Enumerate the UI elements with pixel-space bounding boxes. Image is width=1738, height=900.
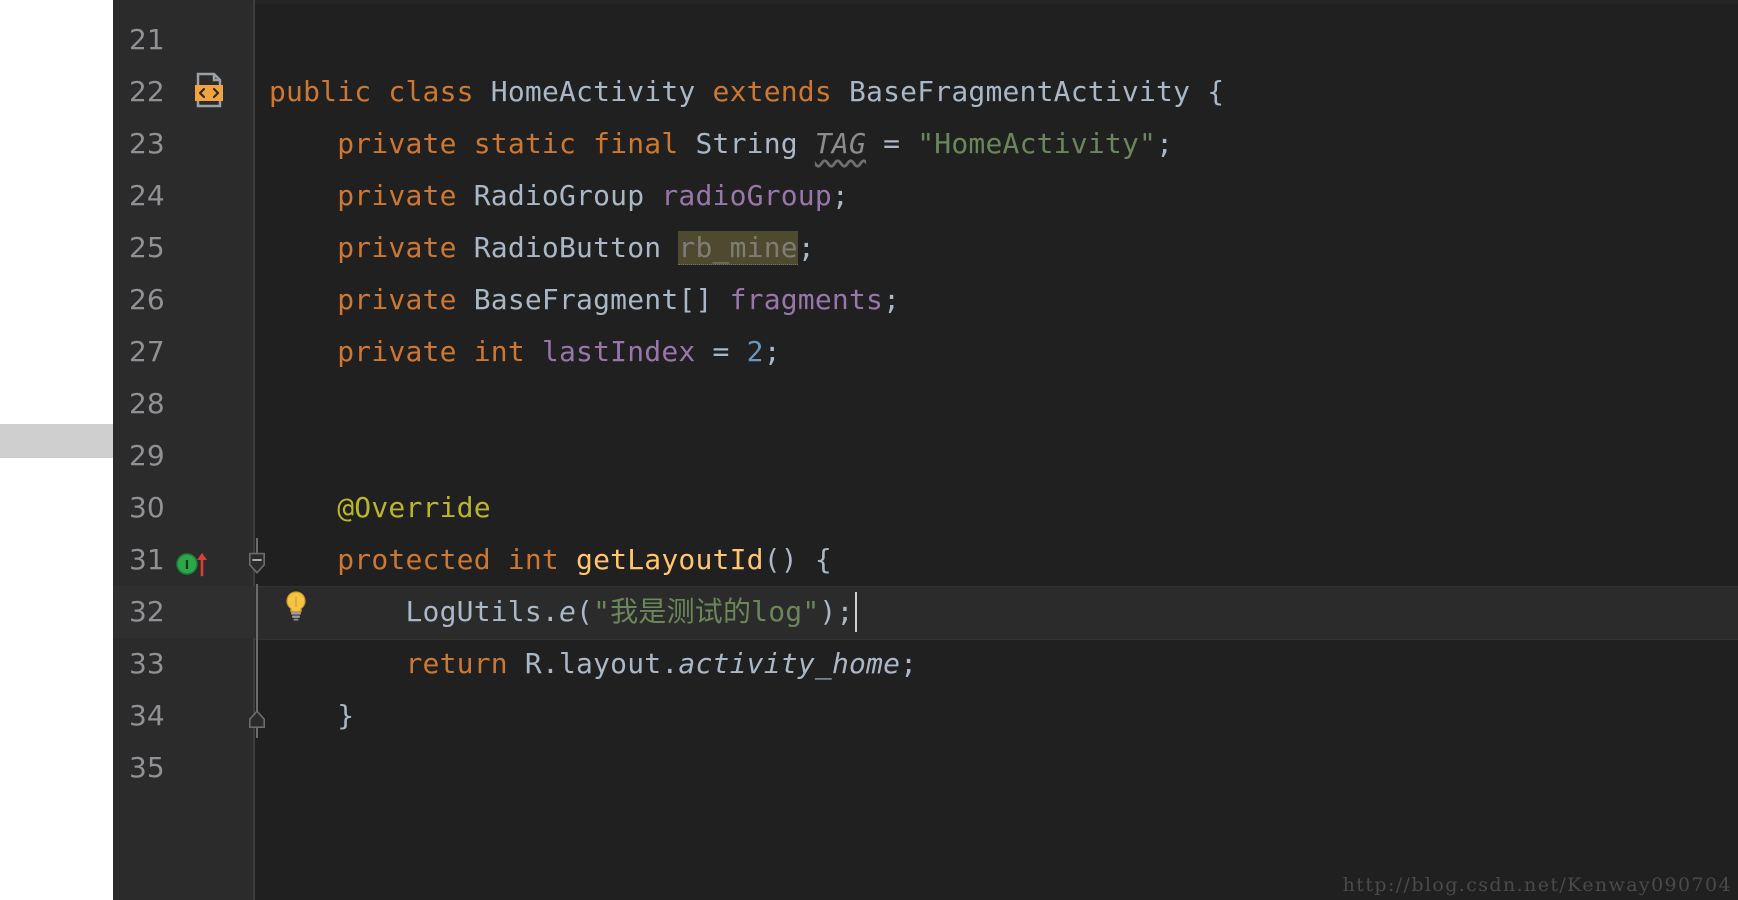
line-number: 24 <box>129 179 165 212</box>
code-token: private <box>269 127 474 160</box>
code-token: e <box>558 595 577 628</box>
editor-top-edge <box>255 0 1738 4</box>
code-token: ; <box>763 335 781 368</box>
code-token: RadioButton <box>473 231 679 264</box>
code-token: HomeActivity <box>490 75 713 108</box>
code-token: public <box>269 75 389 108</box>
code-token: rb_mine <box>678 231 798 265</box>
line-number: 21 <box>129 23 165 56</box>
code-token: ; <box>900 647 918 680</box>
code-line[interactable]: private RadioGroup radioGroup; <box>269 170 849 222</box>
line-number: 23 <box>129 127 165 160</box>
code-token: TAG <box>814 127 867 160</box>
code-token: R <box>524 647 542 680</box>
code-token: . <box>541 595 559 628</box>
code-token: ( <box>576 595 594 628</box>
code-token: return <box>269 647 525 680</box>
line-number: 35 <box>129 751 165 784</box>
code-token: private <box>269 335 474 368</box>
intention-bulb-icon[interactable] <box>281 589 311 621</box>
code-token: private <box>269 231 474 264</box>
code-token: ; <box>883 283 901 316</box>
line-number: 26 <box>129 283 165 316</box>
code-token: private <box>269 179 474 212</box>
line-number: 25 <box>129 231 165 264</box>
line-number: 22 <box>129 75 165 108</box>
code-token: class <box>388 75 491 108</box>
code-token: } <box>269 699 355 732</box>
code-token: static <box>473 127 594 160</box>
code-token: () { <box>763 543 832 576</box>
left-panel-strip <box>0 0 113 900</box>
line-number: 32 <box>129 595 165 628</box>
code-token: String <box>695 127 815 160</box>
code-token: ; <box>831 179 849 212</box>
code-token: getLayoutId <box>576 543 764 576</box>
code-token: extends <box>712 75 849 108</box>
line-number: 30 <box>129 491 165 524</box>
code-token: private <box>269 283 474 316</box>
code-line[interactable]: private static final String TAG = "HomeA… <box>269 118 1173 170</box>
code-token: lastIndex <box>541 335 696 368</box>
code-token: ; <box>1156 127 1174 160</box>
line-number: 34 <box>129 699 165 732</box>
code-token: . <box>661 647 679 680</box>
line-number: 27 <box>129 335 165 368</box>
code-line[interactable]: @Override <box>269 482 491 534</box>
code-token: "我是测试的log" <box>593 595 820 628</box>
code-token: RadioGroup <box>473 179 662 212</box>
code-token: . <box>541 647 559 680</box>
code-token: "HomeActivity" <box>917 127 1157 160</box>
code-token: ); <box>819 595 854 628</box>
code-token: protected <box>269 543 508 576</box>
code-token: { <box>1207 75 1225 108</box>
code-token: int <box>473 335 542 368</box>
code-token: fragments <box>729 283 884 316</box>
code-token: 2 <box>746 335 764 368</box>
blog-watermark: http://blog.csdn.net/Kenway090704 <box>1342 874 1732 896</box>
code-token: @Override <box>269 491 491 524</box>
code-line[interactable]: private RadioButton rb_mine; <box>269 222 815 274</box>
code-token: layout <box>559 647 662 680</box>
code-token: = <box>866 127 918 160</box>
code-token: final <box>593 127 696 160</box>
code-line[interactable]: return R.layout.activity_home; <box>269 638 917 690</box>
xml-layout-icon[interactable] <box>192 72 226 108</box>
code-line[interactable]: protected int getLayoutId() { <box>269 534 832 586</box>
svg-text:I: I <box>185 558 189 572</box>
left-panel-selected-block <box>0 424 113 458</box>
code-token: BaseFragmentActivity <box>848 75 1208 108</box>
line-number: 33 <box>129 647 165 680</box>
code-token: BaseFragment[] <box>473 283 730 316</box>
code-line[interactable]: public class HomeActivity extends BaseFr… <box>269 66 1224 118</box>
code-token: activity_home <box>678 647 901 680</box>
code-token: = <box>695 335 747 368</box>
line-number: 29 <box>129 439 165 472</box>
code-line[interactable]: } <box>269 690 354 742</box>
implementing-method-icon[interactable]: I <box>176 549 208 577</box>
code-line[interactable]: private BaseFragment[] fragments; <box>269 274 900 326</box>
fold-end-marker[interactable] <box>245 708 269 732</box>
text-caret <box>854 592 857 632</box>
fold-collapse-marker[interactable] <box>245 552 269 576</box>
ide-editor-window: 21 22 public class HomeActivity extends Ba… <box>0 0 1738 900</box>
code-token: radioGroup <box>661 179 832 212</box>
code-token: ; <box>797 231 815 264</box>
code-token: int <box>507 543 577 576</box>
code-line[interactable]: private int lastIndex = 2; <box>269 326 781 378</box>
line-number: 28 <box>129 387 165 420</box>
code-line[interactable]: LogUtils.e("我是测试的log"); <box>269 586 854 638</box>
